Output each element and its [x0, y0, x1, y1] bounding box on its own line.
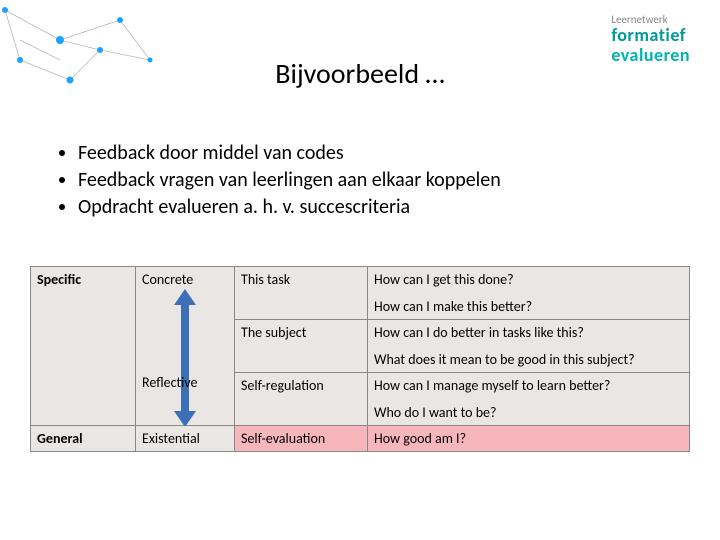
cell-q2: How can I do better in tasks like this? …: [368, 320, 690, 373]
feedback-table: Specific Concrete Reflective This task H…: [30, 266, 690, 452]
cell-general: General: [31, 426, 136, 452]
cell-the-subject: The subject: [235, 320, 368, 373]
bullet-item: Feedback vragen van leerlingen aan elkaa…: [78, 167, 501, 194]
label-reflective: Reflective: [136, 370, 203, 395]
cell-this-task: This task: [235, 267, 368, 320]
cell-q1: How can I get this done? How can I make …: [368, 267, 690, 320]
q-text: How can I make this better?: [374, 298, 683, 315]
cell-self-evaluation: Self-evaluation: [235, 426, 368, 452]
q-text: How can I do better in tasks like this?: [374, 324, 683, 341]
q-text: Who do I want to be?: [374, 404, 683, 421]
cell-specific: Specific: [31, 267, 136, 426]
q-text: How can I manage myself to learn better?: [374, 377, 683, 394]
logo-line2: formatief: [611, 26, 690, 46]
cell-concrete-reflective: Concrete Reflective: [136, 267, 235, 426]
table-row: General Existential Self-evaluation How …: [31, 426, 690, 452]
q-text: How can I get this done?: [374, 271, 683, 288]
bullet-item: Opdracht evalueren a. h. v. succescriter…: [78, 194, 501, 221]
cell-q4: How good am I?: [368, 426, 690, 452]
slide-title: Bijvoorbeeld …: [0, 56, 720, 91]
bullet-list: Feedback door middel van codes Feedback …: [60, 140, 501, 221]
cell-q3: How can I manage myself to learn better?…: [368, 373, 690, 426]
table-row: Specific Concrete Reflective This task H…: [31, 267, 690, 320]
cell-self-regulation: Self-regulation: [235, 373, 368, 426]
double-arrow-icon: [174, 289, 196, 427]
bullet-item: Feedback door middel van codes: [78, 140, 501, 167]
cell-existential: Existential: [136, 426, 235, 452]
q-text: What does it mean to be good in this sub…: [374, 351, 683, 368]
slide: Leernetwerk formatief evalueren Bijvoorb…: [0, 0, 720, 540]
